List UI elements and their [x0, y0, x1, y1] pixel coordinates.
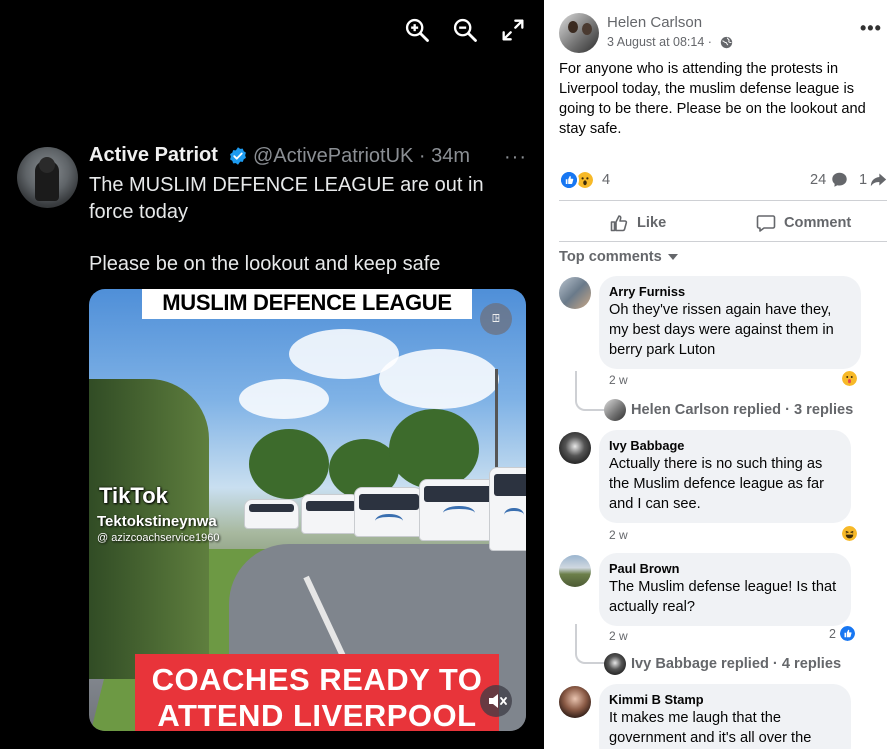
replier-avatar — [604, 399, 626, 421]
cloud — [239, 379, 329, 419]
media-header: MUSLIM DEFENCE LEAGUE — [142, 289, 472, 319]
zoom-in-icon[interactable] — [403, 16, 431, 44]
comment-bubble: Ivy Babbage Actually there is no such th… — [599, 430, 851, 523]
comment-text: Actually there is no such thing as the M… — [609, 456, 824, 512]
comment-time[interactable]: 2 w — [609, 373, 628, 387]
comment-text: Oh they've rissen again have they, my be… — [609, 302, 834, 358]
reaction-count[interactable]: 4 — [602, 172, 610, 188]
fullscreen-icon[interactable] — [499, 16, 527, 44]
post-date[interactable]: 3 August at 08:14 · — [607, 35, 712, 49]
cloud — [379, 349, 499, 409]
tiktok-overlay: Tektokstineynwa — [97, 513, 217, 530]
haha-reaction-icon — [840, 524, 859, 543]
like-label: Like — [637, 215, 667, 231]
tree — [389, 409, 479, 489]
commenter-avatar[interactable] — [559, 432, 591, 464]
view-replies-link[interactable]: Helen Carlson replied · 3 replies — [631, 402, 853, 418]
mute-icon[interactable] — [480, 685, 512, 717]
tweet-handle: @ActivePatriotUK · 34m — [253, 145, 471, 167]
coach — [301, 494, 361, 534]
post-panel: Helen Carlson 3 August at 08:14 · ••• Fo… — [544, 0, 888, 749]
verified-badge-icon — [230, 147, 246, 165]
tiktok-handle: @ azizcoachservice1960 — [97, 532, 220, 544]
commenter-avatar[interactable] — [559, 277, 591, 309]
media-sensitive-badge-icon[interactable]: ꖸ — [480, 303, 512, 335]
divider — [559, 200, 887, 201]
comment-label: Comment — [784, 215, 852, 231]
comment-time[interactable]: 2 w — [609, 629, 628, 643]
tweet-text-2: Please be on the lookout and keep safe — [89, 253, 441, 275]
share-arrow-icon — [870, 173, 887, 187]
comment-bubble: Arry Furniss Oh they've rissen again hav… — [599, 276, 861, 369]
reply-thread-line — [575, 624, 609, 664]
tweet-media: MUSLIM DEFENCE LEAGUE ꖸ TikTok Tektoksti… — [89, 289, 526, 731]
coach — [244, 499, 299, 529]
comment-bubble: Paul Brown The Muslim defense league! Is… — [599, 553, 851, 626]
comment-icon — [756, 215, 776, 232]
like-reaction-icon — [559, 170, 579, 190]
like-button[interactable]: Like — [609, 210, 666, 236]
tree — [249, 429, 329, 499]
comment-time[interactable]: 2 w — [609, 528, 628, 542]
author-avatar[interactable] — [559, 13, 599, 53]
coach — [419, 479, 499, 541]
comments-count[interactable]: 24 — [810, 172, 826, 188]
commenter-avatar[interactable] — [559, 555, 591, 587]
commenter-name[interactable]: Paul Brown — [609, 561, 839, 577]
tweet-author-name: Active Patriot — [89, 144, 218, 166]
media-caption: COACHES READY TO ATTEND LIVERPOOL — [135, 654, 499, 731]
shares-count[interactable]: 1 — [859, 172, 867, 188]
coach — [354, 487, 424, 537]
comment-text: The Muslim defense league! Is that actua… — [609, 579, 837, 615]
commenter-name[interactable]: Ivy Babbage — [609, 438, 839, 454]
post-author[interactable]: Helen Carlson — [607, 14, 702, 31]
commenter-name[interactable]: Arry Furniss — [609, 284, 849, 300]
comment-bubble-icon — [832, 172, 847, 187]
zoom-out-icon[interactable] — [451, 16, 479, 44]
comment-reaction-count[interactable]: 2 — [829, 627, 836, 641]
tweet-avatar — [17, 147, 78, 208]
post-more-icon[interactable]: ••• — [860, 18, 882, 39]
tweet-text: The MUSLIM DEFENCE LEAGUE are out in for… — [89, 174, 484, 223]
post-text: For anyone who is attending the protests… — [559, 61, 866, 137]
comment-bubble: Kimmi B Stamp It makes me laugh that the… — [599, 684, 851, 749]
wow-reaction-icon — [840, 369, 859, 388]
view-replies-link[interactable]: Ivy Babbage replied · 4 replies — [631, 656, 841, 672]
image-viewer: Active Patriot @ActivePatriotUK · 34m ··… — [0, 0, 544, 749]
top-comments-dropdown[interactable]: Top comments — [559, 249, 678, 265]
thumbs-up-icon — [610, 215, 628, 232]
like-reaction-icon — [838, 624, 857, 643]
tiktok-logo: TikTok — [99, 483, 168, 508]
divider — [559, 241, 887, 242]
coach — [489, 467, 526, 551]
commenter-avatar[interactable] — [559, 686, 591, 718]
replier-avatar — [604, 653, 626, 675]
comment-button[interactable]: Comment — [756, 210, 851, 236]
comment-text: It makes me laugh that the government an… — [609, 710, 812, 746]
globe-icon — [720, 36, 733, 49]
tweet-more-icon: ··· — [504, 146, 527, 168]
chevron-down-icon — [667, 254, 678, 261]
top-comments-label: Top comments — [559, 249, 662, 265]
commenter-name[interactable]: Kimmi B Stamp — [609, 692, 839, 708]
